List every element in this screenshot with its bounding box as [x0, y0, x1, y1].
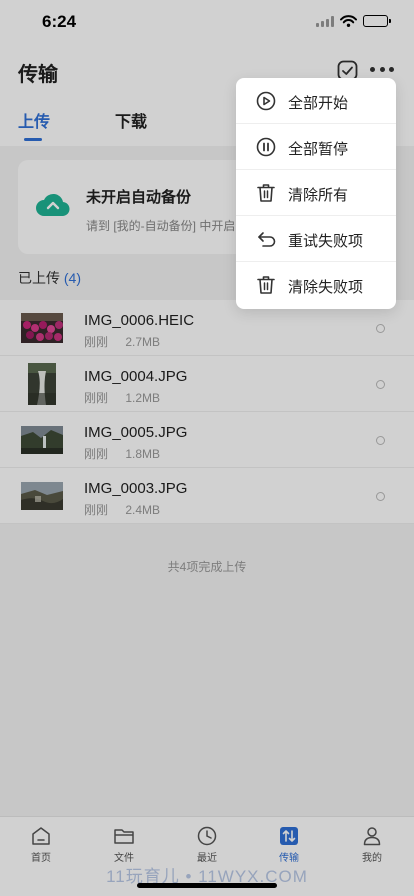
menu-item-label: 全部暂停: [288, 141, 349, 158]
play-circle-icon: [256, 91, 276, 111]
menu-item-pause-all[interactable]: 全部暂停: [236, 124, 396, 170]
menu-item-clear-all[interactable]: 清除所有: [236, 170, 396, 216]
pause-circle-icon: [256, 137, 276, 157]
menu-item-retry-failed[interactable]: 重试失败项: [236, 216, 396, 262]
more-actions-menu: 全部开始 全部暂停 清除所有 重试失败项 清除失败项: [236, 78, 396, 309]
transfer-page: 6:24 传输 上传 下载 未开启自动备份 请到 [我的-自动备份] 中开启 已…: [0, 0, 414, 896]
menu-item-label: 全部开始: [288, 95, 349, 112]
trash-icon: [257, 184, 275, 202]
menu-item-start-all[interactable]: 全部开始: [236, 78, 396, 124]
menu-item-clear-failed[interactable]: 清除失败项: [236, 262, 396, 308]
menu-item-label: 清除所有: [288, 187, 349, 204]
undo-icon: [258, 232, 276, 247]
menu-item-label: 清除失败项: [288, 279, 364, 296]
menu-item-label: 重试失败项: [288, 233, 364, 250]
trash-icon: [257, 276, 275, 294]
